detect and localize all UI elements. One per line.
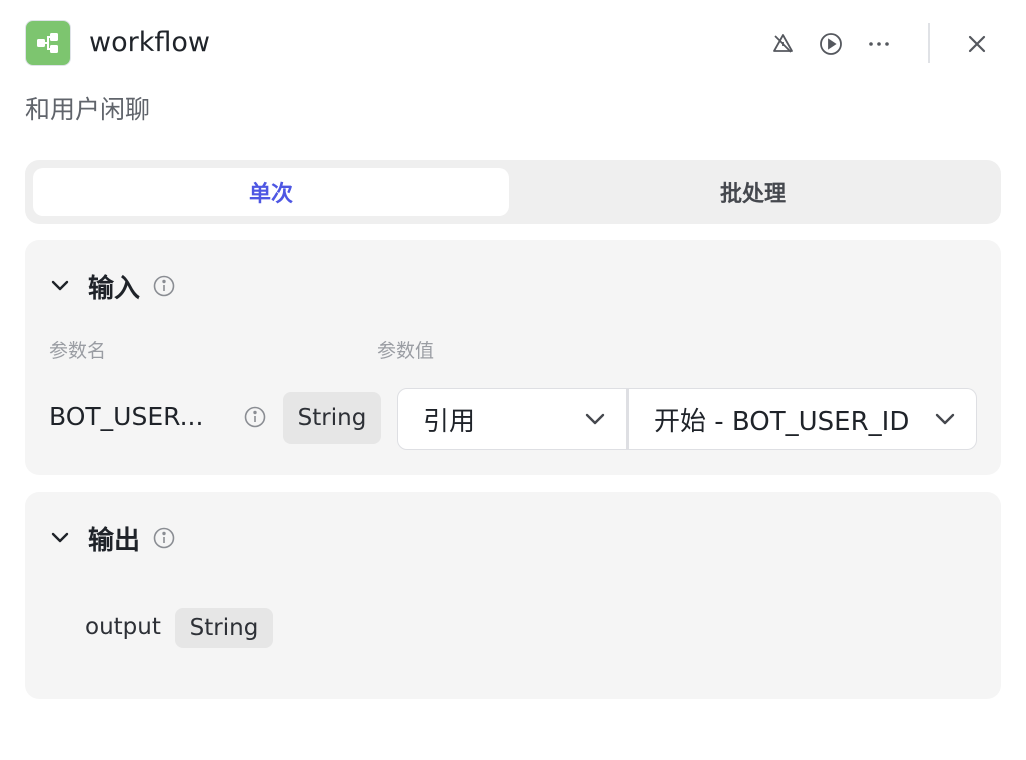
- value-select[interactable]: 开始 - BOT_USER_ID: [627, 388, 977, 450]
- output-field-name: output: [85, 614, 161, 640]
- chevron-down-icon: [935, 413, 955, 425]
- output-section: 输出 output String: [25, 492, 1001, 699]
- param-type-badge: String: [283, 392, 381, 444]
- info-icon[interactable]: [152, 274, 176, 298]
- info-icon[interactable]: [243, 405, 267, 429]
- source-select-value: 引用: [423, 406, 476, 437]
- input-section-title: 输入: [88, 273, 141, 304]
- chevron-down-icon[interactable]: [47, 525, 73, 551]
- output-section-title: 输出: [88, 525, 141, 556]
- tab-single[interactable]: 单次: [33, 168, 509, 216]
- panel-header: workflow: [25, 20, 1001, 66]
- output-section-header: 输出: [47, 520, 176, 556]
- workflow-description: 和用户闲聊: [25, 95, 151, 124]
- output-type-badge: String: [175, 608, 273, 648]
- chevron-down-icon[interactable]: [47, 273, 73, 299]
- source-select[interactable]: 引用: [397, 388, 627, 450]
- chevron-down-icon: [585, 413, 605, 425]
- column-label-value: 参数值: [377, 340, 435, 362]
- more-dots-icon[interactable]: [866, 31, 892, 57]
- input-section-header: 输入: [47, 268, 176, 304]
- info-icon[interactable]: [152, 526, 176, 550]
- input-section: 输入 参数名 参数值 BOT_USER... String 引用 开始 - BO…: [25, 240, 1001, 475]
- header-divider: [928, 23, 930, 63]
- column-label-name: 参数名: [49, 340, 107, 362]
- value-select-value: 开始 - BOT_USER_ID: [654, 406, 910, 437]
- close-icon[interactable]: [964, 31, 990, 57]
- workflow-node-icon: [25, 20, 71, 66]
- play-circle-icon[interactable]: [818, 31, 844, 57]
- param-name: BOT_USER...: [49, 402, 204, 431]
- page-title: workflow: [89, 27, 210, 58]
- tab-batch[interactable]: 批处理: [515, 168, 991, 216]
- alert-off-icon[interactable]: [770, 31, 796, 57]
- mode-tabs: 单次 批处理: [25, 160, 1001, 224]
